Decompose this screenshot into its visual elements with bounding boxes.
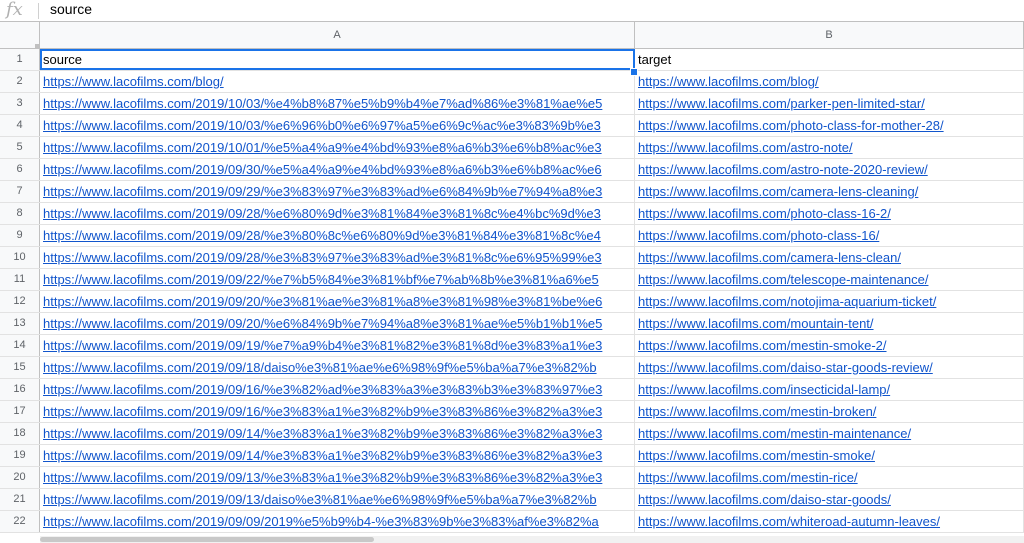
table-row: 8 https://www.lacofilms.com/2019/09/28/%e… [0, 203, 1024, 225]
cell-source-url[interactable]: https://www.lacofilms.com/2019/09/30/%e5… [40, 159, 635, 180]
cell-source-url[interactable]: https://www.lacofilms.com/2019/09/20/%e6… [40, 313, 635, 334]
cell-source-url[interactable]: https://www.lacofilms.com/2019/09/19/%e7… [40, 335, 635, 356]
row-header[interactable]: 11 [0, 269, 40, 290]
table-row: 3 https://www.lacofilms.com/2019/10/03/%e… [0, 93, 1024, 115]
table-row: 21 https://www.lacofilms.com/2019/09/13/d… [0, 489, 1024, 511]
cell-target-url[interactable]: https://www.lacofilms.com/mestin-mainten… [635, 423, 1024, 444]
cell-target-url[interactable]: https://www.lacofilms.com/parker-pen-lim… [635, 93, 1024, 114]
formula-bar: fx source [0, 0, 1024, 22]
cell-source-url[interactable]: https://www.lacofilms.com/2019/09/28/%e3… [40, 247, 635, 268]
cell-target-url[interactable]: https://www.lacofilms.com/camera-lens-cl… [635, 181, 1024, 202]
table-row: 17 https://www.lacofilms.com/2019/09/16/%… [0, 401, 1024, 423]
row-header[interactable]: 15 [0, 357, 40, 378]
cell-target-url[interactable]: https://www.lacofilms.com/mountain-tent/ [635, 313, 1024, 334]
cell-source-url[interactable]: https://www.lacofilms.com/2019/09/09/201… [40, 511, 635, 532]
table-row: 7 https://www.lacofilms.com/2019/09/29/%e… [0, 181, 1024, 203]
cell-source-url[interactable]: https://www.lacofilms.com/blog/ [40, 71, 635, 92]
fx-icon: fx [6, 0, 23, 20]
table-row: 14 https://www.lacofilms.com/2019/09/19/%… [0, 335, 1024, 357]
cell-source-url[interactable]: https://www.lacofilms.com/2019/09/13/dai… [40, 489, 635, 510]
fill-handle[interactable] [630, 68, 638, 76]
row-header[interactable]: 8 [0, 203, 40, 224]
table-row: 4 https://www.lacofilms.com/2019/10/03/%e… [0, 115, 1024, 137]
cell-target-url[interactable]: https://www.lacofilms.com/mestin-broken/ [635, 401, 1024, 422]
cell-target-url[interactable]: https://www.lacofilms.com/photo-class-16… [635, 203, 1024, 224]
table-row: 6 https://www.lacofilms.com/2019/09/30/%e… [0, 159, 1024, 181]
cell-source-url[interactable]: https://www.lacofilms.com/2019/09/18/dai… [40, 357, 635, 378]
cell-source-url[interactable]: https://www.lacofilms.com/2019/09/28/%e6… [40, 203, 635, 224]
row-header[interactable]: 5 [0, 137, 40, 158]
table-row: 22 https://www.lacofilms.com/2019/09/09/2… [0, 511, 1024, 533]
cell-source-url[interactable]: https://www.lacofilms.com/2019/10/01/%e5… [40, 137, 635, 158]
table-row: 13 https://www.lacofilms.com/2019/09/20/%… [0, 313, 1024, 335]
cell-source-url[interactable]: https://www.lacofilms.com/2019/09/14/%e3… [40, 445, 635, 466]
cell-target-url[interactable]: https://www.lacofilms.com/camera-lens-cl… [635, 247, 1024, 268]
cell-source-url[interactable]: https://www.lacofilms.com/2019/10/03/%e6… [40, 115, 635, 136]
table-row: 12 https://www.lacofilms.com/2019/09/20/%… [0, 291, 1024, 313]
cell-target-header[interactable]: target [635, 49, 1024, 70]
table-row: 9 https://www.lacofilms.com/2019/09/28/%e… [0, 225, 1024, 247]
cell-source-url[interactable]: https://www.lacofilms.com/2019/09/16/%e3… [40, 401, 635, 422]
table-row: 1 source target [0, 49, 1024, 71]
cell-target-url[interactable]: https://www.lacofilms.com/insecticidal-l… [635, 379, 1024, 400]
cell-target-url[interactable]: https://www.lacofilms.com/blog/ [635, 71, 1024, 92]
row-header[interactable]: 10 [0, 247, 40, 268]
row-header[interactable]: 1 [0, 49, 40, 70]
table-row: 2 https://www.lacofilms.com/blog/https://… [0, 71, 1024, 93]
table-row: 11 https://www.lacofilms.com/2019/09/22/%… [0, 269, 1024, 291]
table-row: 18 https://www.lacofilms.com/2019/09/14/%… [0, 423, 1024, 445]
cell-source-url[interactable]: https://www.lacofilms.com/2019/09/29/%e3… [40, 181, 635, 202]
cell-source-url[interactable]: https://www.lacofilms.com/2019/09/16/%e3… [40, 379, 635, 400]
cell-source-url[interactable]: https://www.lacofilms.com/2019/09/22/%e7… [40, 269, 635, 290]
table-row: 20 https://www.lacofilms.com/2019/09/13/%… [0, 467, 1024, 489]
row-header[interactable]: 16 [0, 379, 40, 400]
formula-input[interactable]: source [50, 0, 92, 21]
cell-source-url[interactable]: https://www.lacofilms.com/2019/10/03/%e4… [40, 93, 635, 114]
row-header[interactable]: 20 [0, 467, 40, 488]
cell-source-url[interactable]: https://www.lacofilms.com/2019/09/14/%e3… [40, 423, 635, 444]
cell-target-url[interactable]: https://www.lacofilms.com/notojima-aquar… [635, 291, 1024, 312]
row-header[interactable]: 9 [0, 225, 40, 246]
row-header[interactable]: 6 [0, 159, 40, 180]
table-row: 5 https://www.lacofilms.com/2019/10/01/%e… [0, 137, 1024, 159]
row-header[interactable]: 13 [0, 313, 40, 334]
cell-target-url[interactable]: https://www.lacofilms.com/whiteroad-autu… [635, 511, 1024, 532]
row-header[interactable]: 3 [0, 93, 40, 114]
row-header[interactable]: 22 [0, 511, 40, 532]
cell-target-url[interactable]: https://www.lacofilms.com/mestin-rice/ [635, 467, 1024, 488]
cell-target-url[interactable]: https://www.lacofilms.com/astro-note/ [635, 137, 1024, 158]
row-header[interactable]: 18 [0, 423, 40, 444]
cell-target-url[interactable]: https://www.lacofilms.com/daiso-star-goo… [635, 489, 1024, 510]
row-header[interactable]: 21 [0, 489, 40, 510]
table-row: 16 https://www.lacofilms.com/2019/09/16/%… [0, 379, 1024, 401]
table-row: 19 https://www.lacofilms.com/2019/09/14/%… [0, 445, 1024, 467]
column-header-row: A B [0, 22, 1024, 49]
cell-target-url[interactable]: https://www.lacofilms.com/photo-class-fo… [635, 115, 1024, 136]
cell-target-url[interactable]: https://www.lacofilms.com/daiso-star-goo… [635, 357, 1024, 378]
cell-target-url[interactable]: https://www.lacofilms.com/mestin-smoke-2… [635, 335, 1024, 356]
scrollbar-thumb[interactable] [40, 537, 374, 542]
row-header[interactable]: 4 [0, 115, 40, 136]
select-all-corner[interactable] [0, 22, 40, 48]
horizontal-scrollbar[interactable] [40, 536, 1024, 543]
cell-source-header[interactable]: source [40, 49, 635, 70]
cell-source-url[interactable]: https://www.lacofilms.com/2019/09/20/%e3… [40, 291, 635, 312]
cell-source-url[interactable]: https://www.lacofilms.com/2019/09/13/%e3… [40, 467, 635, 488]
cell-target-url[interactable]: https://www.lacofilms.com/photo-class-16… [635, 225, 1024, 246]
column-header-b[interactable]: B [635, 22, 1024, 48]
cell-target-url[interactable]: https://www.lacofilms.com/mestin-smoke/ [635, 445, 1024, 466]
row-header[interactable]: 12 [0, 291, 40, 312]
column-header-a[interactable]: A [40, 22, 635, 48]
table-row: 10 https://www.lacofilms.com/2019/09/28/%… [0, 247, 1024, 269]
row-header[interactable]: 14 [0, 335, 40, 356]
row-header[interactable]: 7 [0, 181, 40, 202]
row-header[interactable]: 2 [0, 71, 40, 92]
cell-target-url[interactable]: https://www.lacofilms.com/astro-note-202… [635, 159, 1024, 180]
cell-source-url[interactable]: https://www.lacofilms.com/2019/09/28/%e3… [40, 225, 635, 246]
cell-target-url[interactable]: https://www.lacofilms.com/telescope-main… [635, 269, 1024, 290]
formula-bar-divider [38, 3, 39, 19]
row-header[interactable]: 17 [0, 401, 40, 422]
row-header[interactable]: 19 [0, 445, 40, 466]
table-row: 15 https://www.lacofilms.com/2019/09/18/d… [0, 357, 1024, 379]
